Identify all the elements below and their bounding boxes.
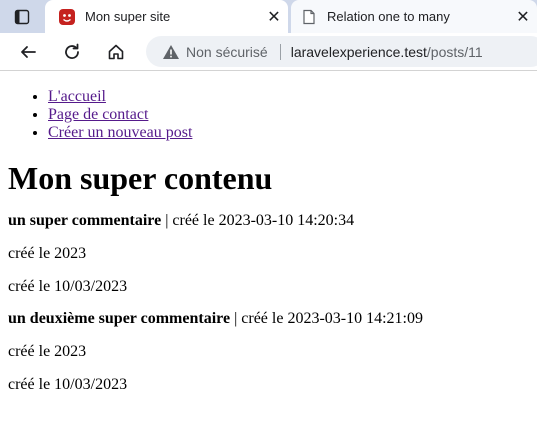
comment-date: créé le 10/03/2023 <box>8 278 128 295</box>
comment-created-at: créé le 2023-03-10 14:20:34 <box>172 212 355 229</box>
address-bar-row: Non sécurisé laravelexperience.test/post… <box>0 33 537 71</box>
nav-link-contact[interactable]: Page de contact <box>48 106 148 123</box>
comment-separator: | <box>161 212 173 229</box>
warning-icon[interactable] <box>162 44 180 60</box>
comment-separator: | <box>230 310 242 327</box>
back-button[interactable] <box>15 39 41 65</box>
nav-link-home[interactable]: L'accueil <box>48 88 106 105</box>
list-item: Créer un nouveau post <box>48 124 537 142</box>
list-item: Page de contact <box>48 106 537 124</box>
reload-icon <box>65 43 79 59</box>
url-separator <box>279 43 281 60</box>
url-host: laravelexperience.test <box>290 43 427 60</box>
tab-close-icon[interactable]: ✕ <box>260 7 288 27</box>
home-icon <box>108 44 124 60</box>
nav-list: L'accueil Page de contact Créer un nouve… <box>0 88 537 142</box>
comment-header: un deuxième super commentaire | créé le … <box>8 310 537 328</box>
comment-year: créé le 2023 <box>8 343 87 360</box>
tab-actions-button[interactable] <box>5 4 39 30</box>
home-button[interactable] <box>103 39 129 65</box>
tab-relation-one-to-many[interactable]: Relation one to many ✕ <box>291 0 537 33</box>
tab-mon-super-site[interactable]: Mon super site ✕ <box>45 0 288 33</box>
arrow-left-icon <box>21 46 36 58</box>
sidebar-panel-icon <box>14 9 30 25</box>
comment-created-at: créé le 2023-03-10 14:21:09 <box>241 310 423 327</box>
page-content: L'accueil Page de contact Créer un nouve… <box>0 71 537 394</box>
tab-title: Mon super site <box>85 9 171 24</box>
reload-button[interactable] <box>59 39 85 65</box>
url-path: /posts/11 <box>426 43 483 60</box>
tab-close-icon[interactable]: ✕ <box>509 7 537 27</box>
nav-link-create-post[interactable]: Créer un nouveau post <box>48 124 192 141</box>
comment-content: un super commentaire <box>8 212 162 229</box>
comment-header: un super commentaire | créé le 2023-03-1… <box>8 212 537 230</box>
tab-title: Relation one to many <box>327 9 450 24</box>
page-icon <box>303 9 315 24</box>
site-favicon-icon <box>59 8 75 25</box>
tab-strip: Mon super site ✕ Relation one to many ✕ <box>0 0 537 33</box>
security-status-label[interactable]: Non sécurisé <box>186 44 268 60</box>
url-bar[interactable]: Non sécurisé laravelexperience.test/post… <box>146 36 537 67</box>
comment-date: créé le 10/03/2023 <box>8 376 128 393</box>
comment-year: créé le 2023 <box>8 245 87 262</box>
list-item: L'accueil <box>48 88 537 106</box>
comment-content: un deuxième super commentaire <box>8 310 231 327</box>
post-title: Mon super contenu <box>8 160 273 196</box>
